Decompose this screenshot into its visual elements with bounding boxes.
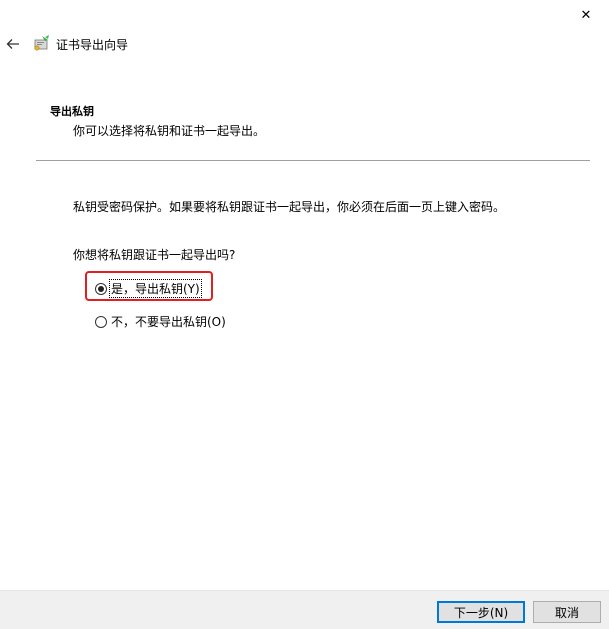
question-text: 你想将私钥跟证书一起导出吗? [73,248,236,262]
description-text: 私钥受密码保护。如果要将私钥跟证书一起导出，你必须在后面一页上键入密码。 [73,200,506,214]
header-divider [36,160,590,161]
cancel-button[interactable]: 取消 [533,601,601,623]
radio-option-yes[interactable]: 是，导出私钥(Y) [95,279,202,298]
radio-label-yes: 是，导出私钥(Y) [109,279,202,298]
next-button[interactable]: 下一步(N) [437,601,525,623]
radio-selected-dot [98,285,104,292]
close-icon: ✕ [580,7,592,23]
back-button[interactable] [3,34,23,54]
back-arrow-icon [6,39,19,49]
wizard-footer: 下一步(N) 取消 [0,590,609,629]
section-subtitle: 你可以选择将私钥和证书一起导出。 [73,124,266,138]
section-title: 导出私钥 [50,105,94,118]
window-title: 证书导出向导 [56,38,129,52]
certificate-wizard-icon [34,35,49,51]
radio-button-yes[interactable] [95,282,107,295]
close-button[interactable]: ✕ [563,0,609,30]
radio-option-no[interactable]: 不，不要导出私钥(O) [95,313,227,330]
radio-label-no: 不，不要导出私钥(O) [111,315,226,329]
radio-button-no[interactable] [95,315,107,328]
